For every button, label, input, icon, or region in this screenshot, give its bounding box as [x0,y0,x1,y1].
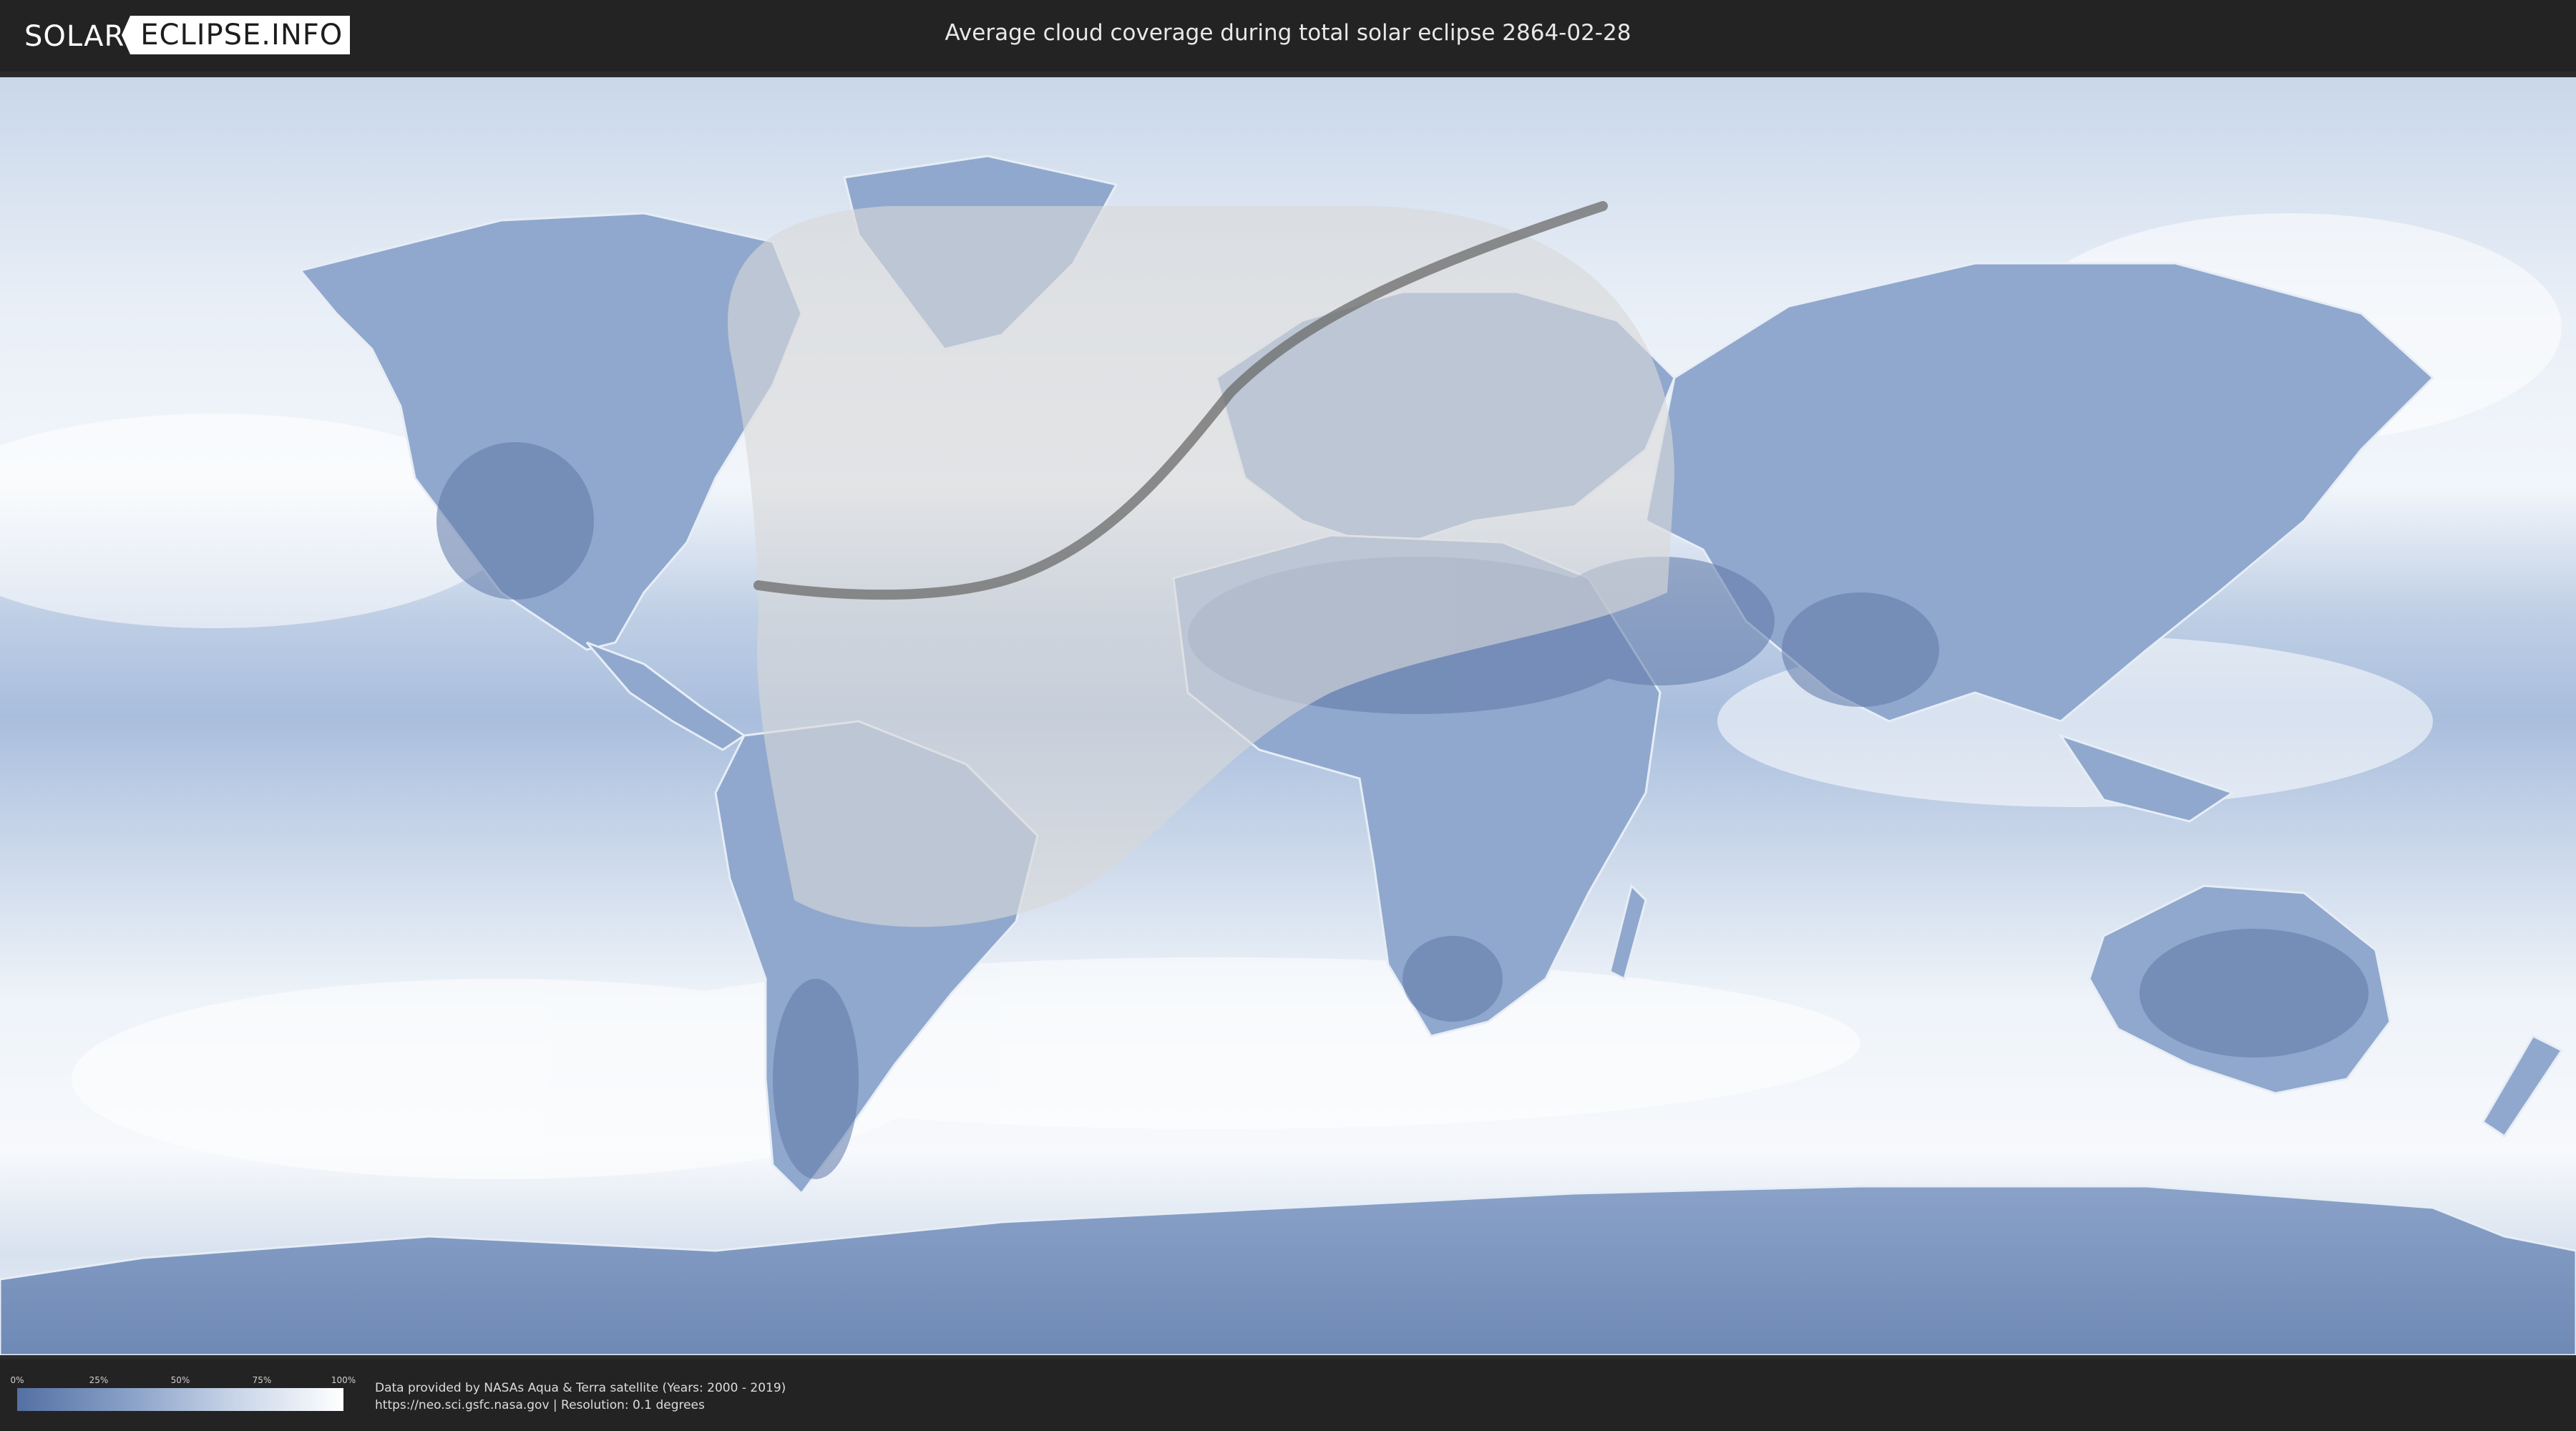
data-credits: Data provided by NASAs Aqua & Terra sate… [375,1379,786,1414]
world-map-svg [0,77,2576,1355]
credits-line-url[interactable]: https://neo.sci.gsfc.nasa.gov | Resoluti… [375,1397,786,1414]
cloud-coverage-map [0,77,2576,1355]
legend-ticks: 0% 25% 50% 75% 100% [10,1375,356,1388]
cloud-coverage-legend: 0% 25% 50% 75% 100% [10,1375,356,1411]
legend-tick: 0% [10,1375,24,1385]
legend-tick: 100% [331,1375,356,1385]
credits-line-source: Data provided by NASAs Aqua & Terra sate… [375,1381,786,1395]
header-bar: SOLAR ECLIPSE.INFO Average cloud coverag… [0,0,2576,72]
legend-gradient-bar [17,1388,343,1411]
footer-bar: 0% 25% 50% 75% 100% Data provided by NAS… [0,1359,2576,1431]
page-title: Average cloud coverage during total sola… [945,20,1631,46]
legend-tick: 25% [89,1375,109,1385]
legend-tick: 50% [170,1375,190,1385]
legend-tick: 75% [252,1375,272,1385]
